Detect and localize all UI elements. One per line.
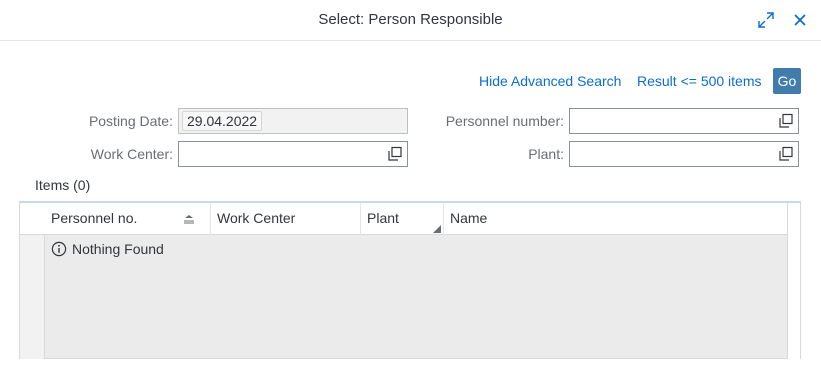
column-header-personnel-no[interactable]: Personnel no. — [45, 203, 211, 235]
info-icon — [51, 241, 67, 257]
plant-label: Plant: — [528, 146, 564, 162]
personnel-number-label: Personnel number: — [445, 113, 564, 129]
items-table: Personnel no. Work Center Plant Name Not… — [19, 201, 801, 359]
column-label: Name — [450, 210, 488, 226]
personnel-number-field[interactable] — [569, 108, 799, 134]
column-label: Work Center — [217, 210, 296, 226]
sort-ascending-icon — [184, 215, 194, 224]
empty-state-text: Nothing Found — [72, 241, 164, 257]
posting-date-token[interactable]: 29.04.2022 — [182, 111, 263, 131]
result-limit-link[interactable]: Result <= 500 items — [637, 73, 762, 89]
table-header: Personnel no. Work Center Plant Name — [20, 203, 800, 235]
close-icon[interactable] — [790, 10, 810, 30]
posting-date-field[interactable]: 29.04.2022 — [178, 108, 408, 134]
work-center-field[interactable] — [178, 141, 408, 167]
value-help-icon[interactable] — [778, 113, 794, 129]
column-label: Personnel no. — [51, 210, 138, 226]
value-help-icon[interactable] — [778, 146, 794, 162]
resize-icon[interactable] — [756, 10, 776, 30]
column-menu-icon — [433, 225, 441, 233]
dialog-header: Select: Person Responsible — [0, 0, 821, 41]
empty-state: Nothing Found — [51, 241, 164, 257]
dialog-title: Select: Person Responsible — [318, 11, 503, 28]
column-header-work-center[interactable]: Work Center — [211, 203, 361, 235]
column-header-name[interactable]: Name — [444, 203, 787, 235]
go-button[interactable]: Go — [773, 68, 801, 94]
value-help-icon[interactable] — [387, 146, 403, 162]
vertical-scrollbar[interactable] — [787, 203, 800, 359]
hide-advanced-search-link[interactable]: Hide Advanced Search — [479, 73, 621, 89]
column-label: Plant — [367, 210, 399, 226]
plant-field[interactable] — [569, 141, 799, 167]
items-title: Items (0) — [35, 177, 91, 193]
posting-date-label: Posting Date: — [88, 113, 173, 129]
column-header-plant[interactable]: Plant — [361, 203, 444, 235]
work-center-label: Work Center: — [90, 146, 173, 162]
